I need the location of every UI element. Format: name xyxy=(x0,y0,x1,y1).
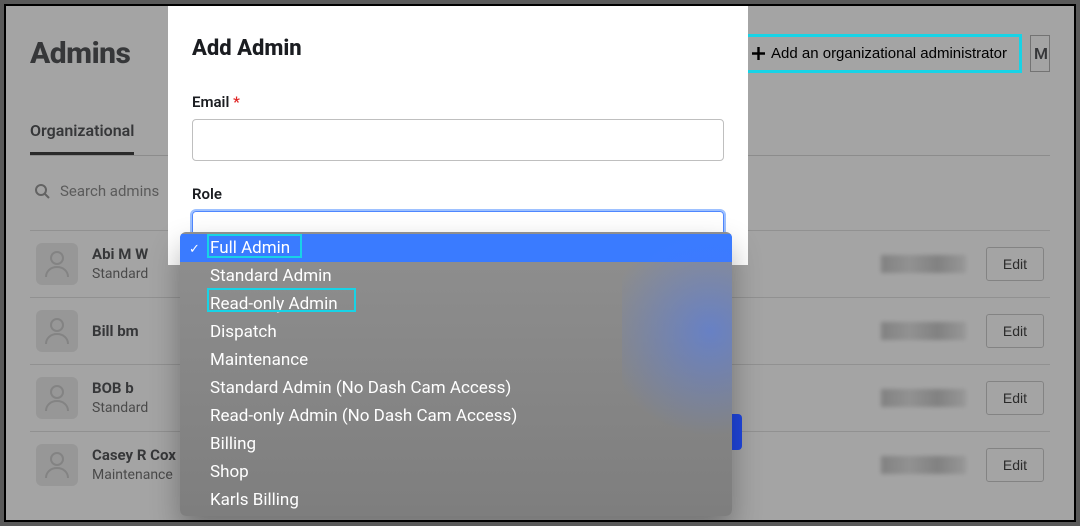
email-field[interactable] xyxy=(192,119,724,161)
role-option[interactable]: Read-only Admin xyxy=(180,290,732,318)
add-admin-button[interactable]: Add an organizational administrator xyxy=(737,34,1022,73)
role-dropdown[interactable]: ✓Full AdminStandard AdminRead-only Admin… xyxy=(180,232,732,516)
role-label: Role xyxy=(192,185,724,203)
role-option[interactable]: Shop xyxy=(180,458,732,486)
search-icon xyxy=(34,183,50,199)
redacted-text xyxy=(881,255,966,273)
page-title: Admins xyxy=(30,36,130,71)
avatar xyxy=(36,243,78,285)
role-option[interactable]: ✓Full Admin xyxy=(180,234,732,262)
role-option[interactable]: Dispatch xyxy=(180,318,732,346)
avatar xyxy=(36,444,78,486)
add-admin-modal: Add Admin Email * Role xyxy=(168,6,748,265)
redacted-text xyxy=(881,456,966,474)
role-option[interactable]: Maintenance xyxy=(180,346,732,374)
truncated-button[interactable]: M xyxy=(1030,35,1050,72)
role-option[interactable]: Standard Admin (No Dash Cam Access) xyxy=(180,374,732,402)
avatar xyxy=(36,377,78,419)
modal-title: Add Admin xyxy=(192,36,724,61)
edit-button[interactable]: Edit xyxy=(986,381,1044,415)
plus-icon xyxy=(752,47,765,60)
edit-button[interactable]: Edit xyxy=(986,314,1044,348)
role-option[interactable]: Karls Billing xyxy=(180,486,732,514)
email-label: Email * xyxy=(192,93,724,111)
redacted-text xyxy=(881,322,966,340)
role-option[interactable]: Read-only Admin (No Dash Cam Access) xyxy=(180,402,732,430)
header-actions: Add an organizational administrator M xyxy=(737,34,1050,73)
check-icon: ✓ xyxy=(189,238,200,262)
redacted-text xyxy=(881,389,966,407)
add-admin-label: Add an organizational administrator xyxy=(771,45,1007,62)
avatar xyxy=(36,310,78,352)
role-option[interactable]: Billing xyxy=(180,430,732,458)
edit-button[interactable]: Edit xyxy=(986,448,1044,482)
edit-button[interactable]: Edit xyxy=(986,247,1044,281)
search-placeholder: Search admins xyxy=(60,182,159,200)
role-option[interactable]: Standard Admin xyxy=(180,262,732,290)
tab-organizational[interactable]: Organizational xyxy=(30,117,134,155)
